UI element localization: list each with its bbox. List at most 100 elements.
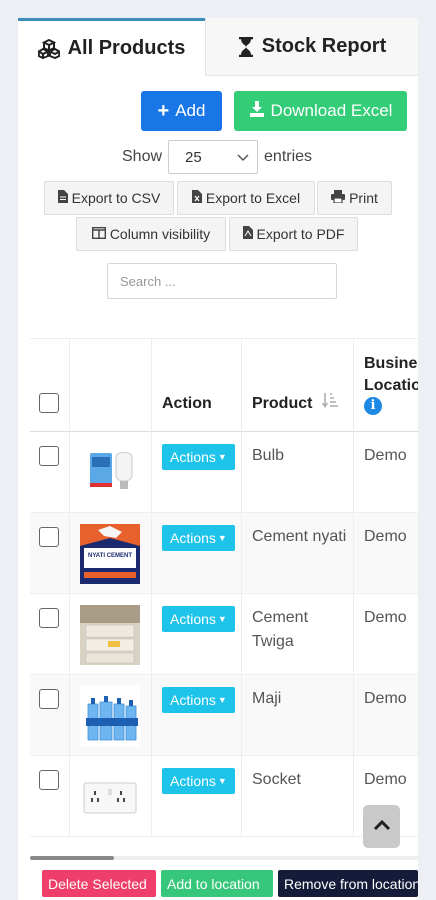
- row-2-action: Actions ▼: [152, 513, 242, 594]
- row-1-select: [30, 432, 70, 513]
- row-checkbox[interactable]: [39, 446, 59, 466]
- row-4-select: [30, 675, 70, 756]
- tab-stock-report-label: Stock Report: [261, 35, 387, 57]
- row-4-product: Maji: [242, 675, 354, 756]
- column-visibility-label: Column visibility: [109, 226, 211, 242]
- cement-nyati-image-text: NYATI CEMENT: [88, 553, 132, 559]
- file-excel-icon: [191, 190, 202, 206]
- add-to-location-button[interactable]: Add to location: [161, 870, 273, 897]
- entries-select[interactable]: 25: [168, 140, 259, 174]
- row-5-product: Socket: [242, 756, 354, 837]
- tab-all-products-label: All Products: [67, 37, 186, 59]
- row-1-image: [70, 432, 152, 513]
- add-button[interactable]: + Add: [141, 91, 222, 131]
- row-3-product: Cement Twiga: [242, 594, 354, 675]
- tab-bar: All Products Stock Report: [18, 18, 418, 76]
- row-1-product: Bulb: [242, 432, 354, 513]
- actions-label: Actions: [170, 530, 216, 546]
- row-2-location: Demo: [354, 513, 418, 594]
- hourglass-icon: [238, 36, 254, 57]
- tab-stock-report[interactable]: Stock Report: [205, 18, 418, 76]
- print-button[interactable]: Print: [317, 181, 392, 215]
- caret-down-icon: ▼: [217, 776, 227, 786]
- row-checkbox[interactable]: [39, 770, 59, 790]
- export-pdf-button[interactable]: Export to PDF: [229, 217, 358, 251]
- entries-value: 25: [185, 148, 202, 166]
- row-5-action: Actions ▼: [152, 756, 242, 837]
- actions-label: Actions: [170, 773, 216, 789]
- row-5-select: [30, 756, 70, 837]
- actions-dropdown-button[interactable]: Actions ▼: [162, 525, 235, 551]
- actions-dropdown-button[interactable]: Actions ▼: [162, 444, 235, 470]
- header-action: Action: [152, 339, 242, 432]
- cement-twiga-image: [80, 605, 140, 665]
- row-1-action: Actions ▼: [152, 432, 242, 513]
- chevron-down-icon: [237, 149, 249, 166]
- export-csv-label: Export to CSV: [71, 190, 161, 206]
- actions-dropdown-button[interactable]: Actions ▼: [162, 687, 235, 713]
- search-input[interactable]: Search ...: [107, 263, 337, 299]
- export-excel-button[interactable]: Export to Excel: [177, 181, 315, 215]
- info-icon[interactable]: i: [364, 397, 382, 415]
- delete-selected-button[interactable]: Delete Selected: [42, 870, 156, 897]
- download-excel-label: Download Excel: [270, 101, 393, 120]
- row-3-image: [70, 594, 152, 675]
- tab-all-products[interactable]: All Products: [18, 18, 205, 76]
- caret-down-icon: ▼: [217, 533, 227, 543]
- row-3-action: Actions ▼: [152, 594, 242, 675]
- row-4-location: Demo: [354, 675, 418, 756]
- export-pdf-label: Export to PDF: [256, 226, 345, 242]
- row-4-action: Actions ▼: [152, 675, 242, 756]
- header-product[interactable]: Product: [242, 339, 354, 432]
- column-visibility-button[interactable]: Column visibility: [76, 217, 226, 251]
- download-excel-button[interactable]: Download Excel: [234, 91, 407, 131]
- row-2-select: [30, 513, 70, 594]
- scroll-to-top-button[interactable]: [363, 805, 400, 848]
- bulb-image: [80, 443, 140, 503]
- header-select-all: [30, 339, 70, 432]
- show-label: Show: [122, 148, 163, 165]
- table-grid: Action Product Business Location i Actio…: [30, 339, 418, 837]
- add-button-label: Add: [175, 101, 206, 120]
- cement-nyati-image: NYATI CEMENT: [80, 524, 140, 584]
- printer-icon: [331, 190, 346, 206]
- row-checkbox[interactable]: [39, 608, 59, 628]
- caret-down-icon: ▼: [217, 695, 227, 705]
- chevron-up-icon: [373, 818, 391, 836]
- row-2-image: NYATI CEMENT: [70, 513, 152, 594]
- actions-dropdown-button[interactable]: Actions ▼: [162, 768, 235, 794]
- caret-down-icon: ▼: [217, 452, 227, 462]
- entries-suffix: entries: [264, 148, 313, 165]
- sort-icon[interactable]: [322, 392, 339, 413]
- row-checkbox[interactable]: [39, 527, 59, 547]
- header-image: [70, 339, 152, 432]
- export-csv-button[interactable]: Export to CSV: [44, 181, 174, 215]
- horizontal-scrollbar-thumb[interactable]: [30, 856, 114, 860]
- water-bottles-image: [80, 686, 140, 746]
- search-placeholder: Search ...: [120, 273, 176, 289]
- file-csv-icon: [57, 190, 68, 206]
- products-table: Action Product Business Location i Actio…: [30, 338, 418, 854]
- caret-down-icon: ▼: [217, 614, 227, 624]
- row-4-image: [70, 675, 152, 756]
- cubes-icon: [37, 38, 60, 59]
- row-checkbox[interactable]: [39, 689, 59, 709]
- actions-dropdown-button[interactable]: Actions ▼: [162, 606, 235, 632]
- header-business-location: Business Location i: [354, 339, 418, 432]
- actions-label: Actions: [170, 692, 216, 708]
- actions-label: Actions: [170, 611, 216, 627]
- row-3-select: [30, 594, 70, 675]
- remove-from-location-button[interactable]: Remove from location: [278, 870, 418, 897]
- columns-icon: [91, 226, 106, 242]
- row-3-location: Demo: [354, 594, 418, 675]
- socket-image: [80, 767, 140, 827]
- header-action-label: Action: [162, 395, 212, 412]
- file-pdf-icon: [242, 226, 253, 242]
- header-business-location-label: Business Location: [364, 355, 418, 394]
- entries-control: Show 25 entries: [122, 140, 312, 174]
- select-all-checkbox[interactable]: [39, 393, 59, 413]
- row-5-image: [70, 756, 152, 837]
- row-1-location: Demo: [354, 432, 418, 513]
- row-2-product: Cement nyati: [242, 513, 354, 594]
- print-label: Print: [349, 190, 378, 206]
